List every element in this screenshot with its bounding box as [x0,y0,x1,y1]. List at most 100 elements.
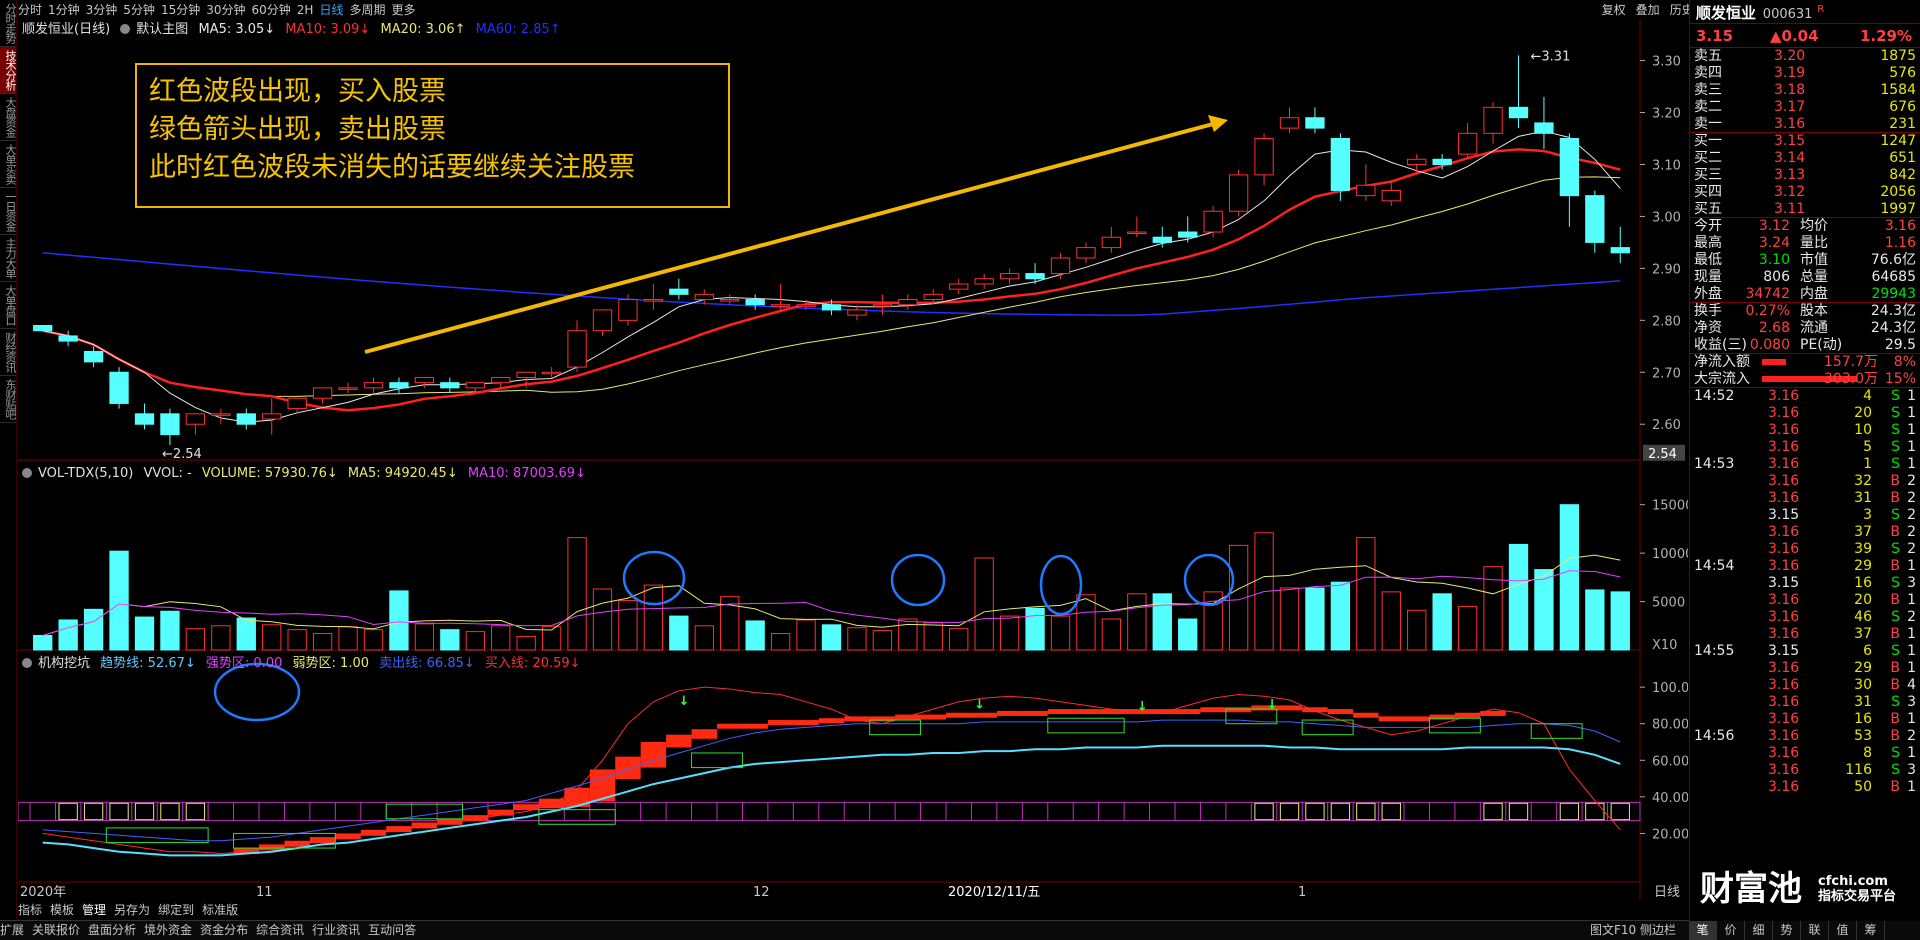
stat-label: 均价 [1800,218,1828,234]
period-tab[interactable]: 1分钟 [48,0,80,20]
band-yellow-cell [1559,802,1580,821]
period-tab[interactable]: 3分钟 [86,0,118,20]
volume-bar [1407,609,1427,651]
candle-body [160,413,180,436]
volume-bar [287,629,307,651]
tick-count: 1 [1907,422,1916,438]
stat-label: 外盘 [1694,286,1722,302]
rail-item[interactable]: 分时走势 [0,0,17,47]
indicator-tab[interactable]: 另存为 [114,903,150,917]
book-volume: 1584 [1880,82,1916,98]
volume-bar [1279,587,1300,651]
status-right[interactable]: 图文F10 侧边栏 [1590,921,1676,940]
book-price: 3.18 [1774,82,1806,98]
tick-count: 2 [1907,507,1916,523]
period-tab[interactable]: 5分钟 [123,0,155,20]
rail-item[interactable]: 大单买卖 [0,141,17,188]
side-tab[interactable]: 笔 [1689,921,1717,940]
volume-bar [1432,593,1452,651]
status-link[interactable]: 行业资讯 [312,923,360,937]
period-tab[interactable]: 30分钟 [206,0,245,20]
rail-item[interactable]: 东财贴吧 [0,376,17,423]
indicator-tab[interactable]: 指标 [18,903,42,917]
stat-value: 2.68 [1758,320,1790,336]
tick-direction: S [1891,609,1900,625]
status-link[interactable]: 资金分布 [200,923,248,937]
period-tab[interactable]: 60分钟 [252,0,291,20]
candle-body [1254,138,1274,176]
side-tab[interactable]: 筹 [1857,921,1885,940]
side-tabs: 笔价细势联值筹 [1689,921,1920,940]
side-tab[interactable]: 价 [1717,921,1745,940]
candle-body [567,330,587,368]
volume-bar [1050,615,1071,651]
ind-indicator-icon[interactable] [22,658,32,668]
period-tab[interactable]: 更多 [391,0,415,20]
template-label[interactable]: 默认主图 [136,22,188,37]
stock-badge: R [1817,4,1825,15]
rail-item[interactable]: 一日资金 [0,188,17,235]
side-tab[interactable]: 联 [1801,921,1829,940]
volume-bar [389,590,409,651]
stat-label: 现量 [1694,269,1722,285]
ind-name[interactable]: 机构挖坑 [38,656,90,671]
period-tab[interactable]: 15分钟 [161,0,200,20]
side-tab[interactable]: 细 [1745,921,1773,940]
tick-row: 3.16 16 B 1 [1690,711,1920,728]
status-link[interactable]: 关联报价 [32,923,80,937]
candle-body [1534,122,1554,134]
candle-body [1101,236,1122,249]
stat-row: 最高 3.24 量比 1.16 [1690,235,1920,252]
status-link[interactable]: 综合资讯 [256,923,304,937]
candle-body [236,413,256,425]
rail-item[interactable]: 技术分析 [0,47,17,94]
vol-name[interactable]: VOL-TDX(5,10) [38,466,133,481]
book-label: 买一 [1694,133,1722,149]
tool-button[interactable]: 复权 [1602,0,1626,20]
stat-label: 收益(三) [1694,337,1747,353]
stat-label: 内盘 [1800,286,1828,302]
rail-item[interactable]: 大盘资金 [0,94,17,141]
candle-body [847,309,867,316]
period-tab[interactable]: 分时 [18,0,42,20]
period-tab[interactable]: 多周期 [349,0,385,20]
period-tab[interactable]: 日线 [319,0,343,20]
tool-button[interactable]: 叠加 [1636,0,1660,20]
chart-area[interactable]: 3.30 3.20 3.10 3.00 2.90 2.80 2.70 2.60 2.54 ←3.3… [18,20,1688,920]
template-icon[interactable] [120,24,131,34]
rail-item[interactable]: 大单盘口 [0,282,17,329]
status-link[interactable]: 境外资金 [144,923,192,937]
rail-item[interactable]: 主力大单 [0,235,17,282]
tick-volume: 5 [1863,439,1872,455]
status-link[interactable]: 盘面分析 [88,923,136,937]
status-link[interactable]: 扩展 [0,923,24,937]
indicator-tab[interactable]: 管理 [82,903,106,917]
candle-body [720,299,740,302]
low-mark: ←2.54 [162,447,202,462]
time-axis-label: 2020/12/11/五 [948,885,1040,900]
high-mark: ←3.31 [1531,49,1571,64]
buy-line [42,686,1621,855]
price-tick-label: 2.70 [1652,366,1681,381]
book-row: 卖四 3.19 576 [1690,65,1920,82]
stat-value: 29.5 [1884,337,1916,353]
buy-wave-bar [1047,709,1074,715]
volume-bar [1076,594,1096,651]
status-link[interactable]: 互动问答 [368,923,416,937]
indicator-tab[interactable]: 绑定到 [158,903,194,917]
indicator-tab[interactable]: 标准版 [202,903,238,917]
book-price: 3.11 [1774,201,1806,217]
volume-bar [185,628,206,651]
band-yellow-cell [1305,802,1325,821]
side-tab[interactable]: 值 [1829,921,1857,940]
period-tab[interactable]: 2H [297,0,314,20]
rail-item[interactable]: 财经资讯 [0,329,17,376]
candle-body [414,376,435,384]
indicator-tab[interactable]: 模板 [50,903,74,917]
tick-count: 2 [1907,541,1916,557]
tick-volume: 10 [1854,422,1872,438]
side-tab[interactable]: 势 [1773,921,1801,940]
volume-bar [643,584,664,651]
vol-indicator-icon[interactable] [22,468,32,478]
candle-body [58,335,78,342]
